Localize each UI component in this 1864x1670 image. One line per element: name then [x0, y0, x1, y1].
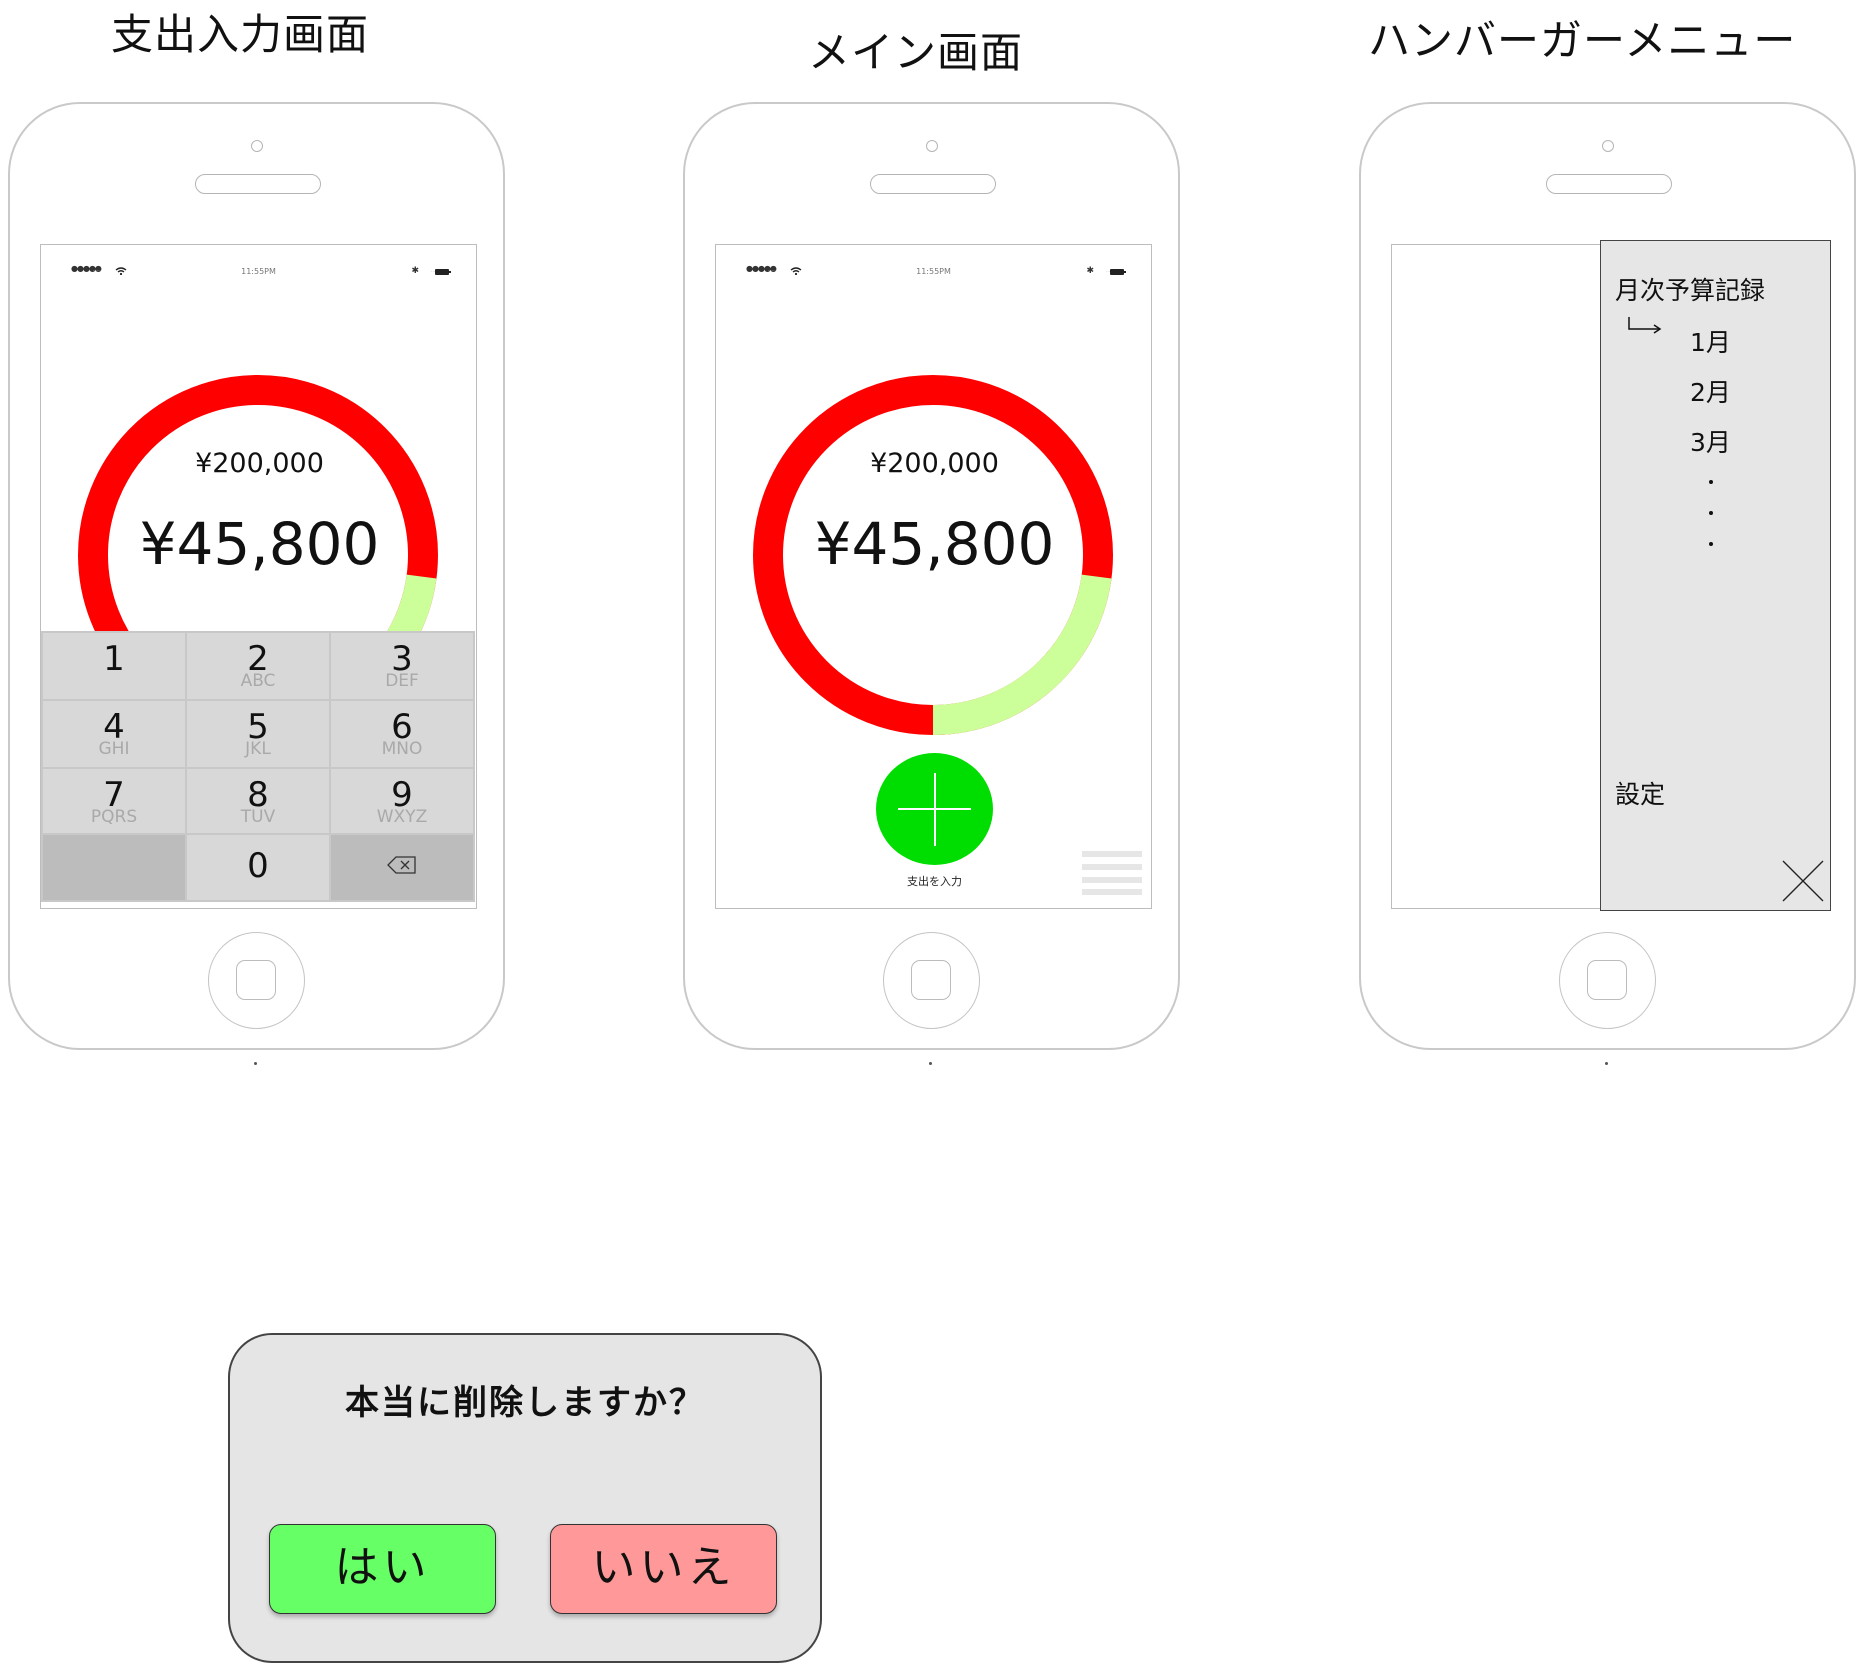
key-letters: DEF — [385, 671, 419, 691]
key-delete[interactable] — [331, 835, 473, 900]
key-letters: ABC — [240, 671, 276, 691]
close-x-icon[interactable] — [1780, 858, 1826, 904]
hamburger-bar — [1082, 889, 1142, 895]
bottom-dot — [254, 1062, 257, 1065]
remaining-amount-label: ¥45,800 — [814, 510, 1055, 578]
earpiece-speaker — [1546, 174, 1672, 194]
front-camera — [926, 140, 938, 152]
delete-backspace-icon — [331, 856, 473, 878]
home-button[interactable] — [208, 932, 305, 1029]
key-2[interactable]: 2 ABC — [187, 633, 329, 699]
no-button[interactable]: いいえ — [550, 1524, 777, 1614]
key-0[interactable]: 0 — [187, 835, 329, 900]
hamburger-menu-panel: 月次予算記録 1月 2月 3月 設定 — [1600, 240, 1831, 911]
key-letters: PQRS — [90, 807, 138, 827]
remaining-amount-label: ¥45,800 — [139, 510, 380, 578]
submenu-arrow-icon — [1628, 317, 1662, 334]
key-1[interactable]: 1 — [43, 633, 185, 699]
front-camera — [1602, 140, 1614, 152]
key-digit: 1 — [103, 639, 125, 679]
monthly-budget-heading: 月次予算記録 — [1615, 276, 1766, 305]
budget-total-label: ¥200,000 — [870, 448, 999, 479]
key-5[interactable]: 5 JKL — [187, 701, 329, 767]
key-9[interactable]: 9 WXYZ — [331, 769, 473, 833]
hamburger-menu-icon[interactable] — [1082, 851, 1142, 895]
ellipsis-dot — [1709, 480, 1713, 484]
hamburger-bar — [1082, 851, 1142, 857]
wireframe-canvas: 支出入力画面 メイン画面 ハンバーガーメニュー ●●●●● ······ 11:… — [0, 0, 1864, 1670]
add-expense-button[interactable] — [876, 753, 993, 865]
delete-confirm-dialog: 本当に削除しますか？ はい いいえ — [228, 1333, 822, 1663]
expense-input-screen-title: 支出入力画面 — [111, 10, 370, 59]
key-letters: TUV — [240, 807, 276, 827]
key-7[interactable]: 7 PQRS — [43, 769, 185, 833]
hamburger-bar — [1082, 864, 1142, 870]
menu-item-month-3[interactable]: 3月 — [1690, 423, 1731, 459]
expense-input-screen: ●●●●● ······ 11:55PM ✱ ··· ¥200,000 ¥45,… — [40, 244, 477, 909]
home-button[interactable] — [1559, 932, 1656, 1029]
key-4[interactable]: 4 GHI — [43, 701, 185, 767]
phone-expense-input: ●●●●● ······ 11:55PM ✱ ··· ¥200,000 ¥45,… — [8, 102, 505, 1065]
hamburger-bar — [1082, 877, 1142, 883]
key-letters: WXYZ — [376, 807, 428, 827]
main-screen: ●●●●● ······ 11:55PM ✱ ··· ¥200,000 ¥45,… — [715, 244, 1152, 909]
plus-icon — [934, 773, 936, 846]
key-3[interactable]: 3 DEF — [331, 633, 473, 699]
home-button-icon — [911, 960, 951, 1000]
numeric-keypad: 1 2 ABC 3 DEF 4 GHI 5 JKL 6 MNO 7 PQRS 8… — [41, 631, 475, 902]
home-button-icon — [236, 960, 276, 1000]
key-letters: GHI — [98, 739, 130, 759]
menu-item-settings[interactable]: 設定 — [1615, 775, 1665, 811]
bottom-dot — [929, 1062, 932, 1065]
yes-button[interactable]: はい — [269, 1524, 496, 1614]
menu-item-month-2[interactable]: 2月 — [1690, 373, 1731, 409]
main-screen-title: メイン画面 — [808, 28, 1024, 77]
phone-main: ●●●●● ······ 11:55PM ✱ ··· ¥200,000 ¥45,… — [683, 102, 1180, 1065]
key-8[interactable]: 8 TUV — [187, 769, 329, 833]
earpiece-speaker — [870, 174, 996, 194]
key-6[interactable]: 6 MNO — [331, 701, 473, 767]
key-letters: JKL — [245, 739, 271, 759]
front-camera — [251, 140, 263, 152]
key-digit: 0 — [247, 846, 269, 886]
earpiece-speaker — [195, 174, 321, 194]
key-blank — [43, 835, 185, 900]
home-button-icon — [1587, 960, 1627, 1000]
home-button[interactable] — [883, 932, 980, 1029]
dialog-message: 本当に削除しますか？ — [345, 1383, 705, 1423]
ellipsis-dot — [1709, 511, 1713, 515]
ellipsis-dot — [1709, 542, 1713, 546]
menu-item-month-1[interactable]: 1月 — [1690, 323, 1731, 359]
hamburger-menu-screen-title: ハンバーガーメニュー — [1368, 16, 1797, 65]
budget-total-label: ¥200,000 — [195, 448, 324, 479]
key-letters: MNO — [381, 739, 423, 759]
bottom-dot — [1605, 1062, 1608, 1065]
